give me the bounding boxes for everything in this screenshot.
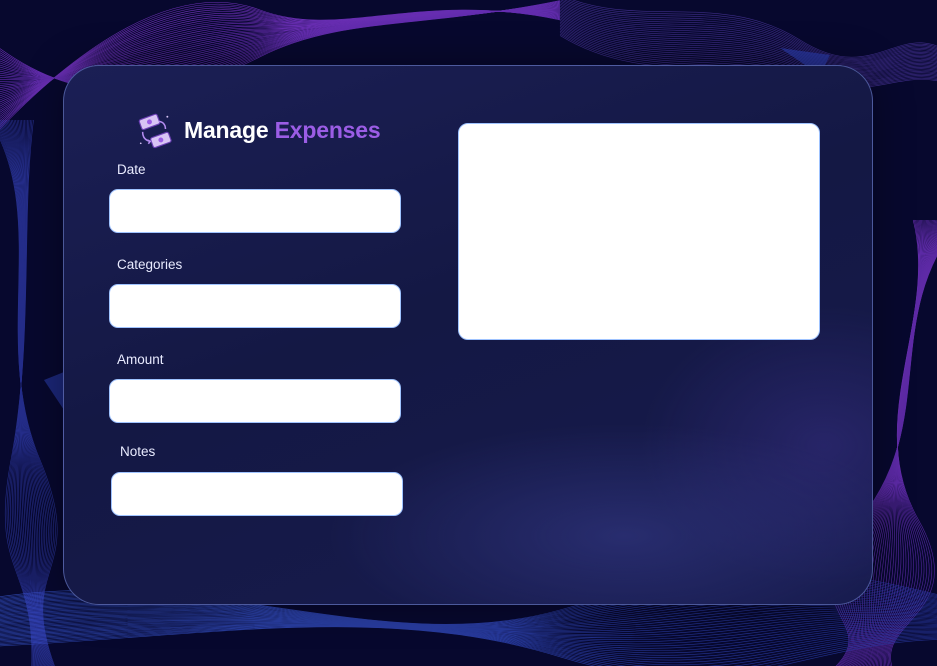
app-background: Manage Expenses Date Categories Amount N…: [0, 0, 937, 666]
amount-label: Amount: [117, 352, 164, 367]
expense-preview-panel: [458, 123, 820, 340]
expense-card: Manage Expenses Date Categories Amount N…: [63, 65, 873, 605]
title-main: Manage: [184, 116, 269, 143]
categories-input[interactable]: [109, 284, 401, 328]
date-label: Date: [117, 162, 146, 177]
date-input[interactable]: [109, 189, 401, 233]
amount-input[interactable]: [109, 379, 401, 423]
header: Manage Expenses: [136, 110, 381, 150]
title-accent: Expenses: [274, 116, 381, 143]
notes-input[interactable]: [111, 472, 403, 516]
page-title: Manage Expenses: [184, 116, 381, 144]
money-transfer-icon: [138, 113, 172, 149]
notes-label: Notes: [120, 444, 156, 459]
categories-label: Categories: [117, 257, 183, 272]
